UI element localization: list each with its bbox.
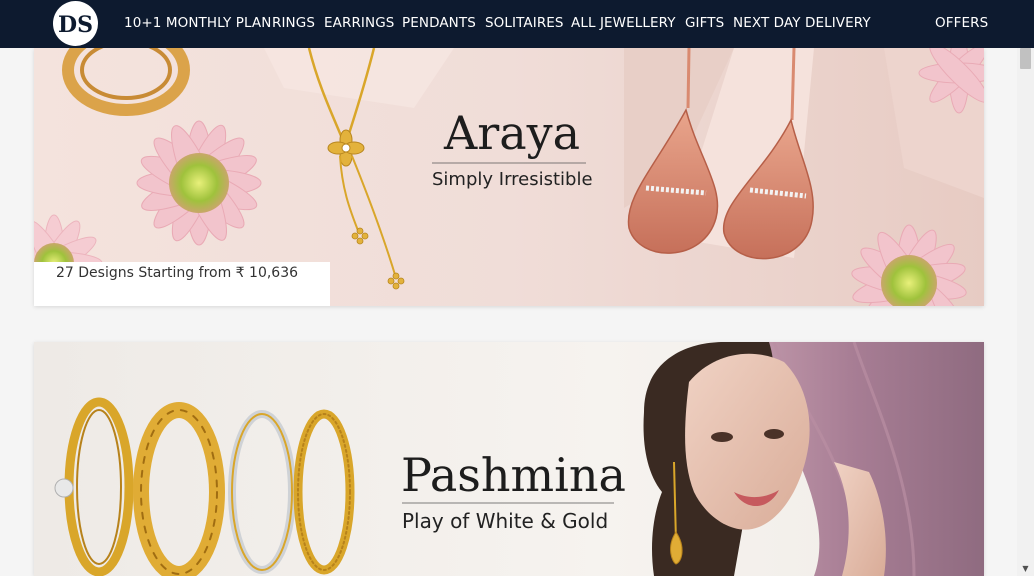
scroll-down-arrow-icon[interactable]: ▼ [1017,562,1034,576]
banner-araya-subtitle: Simply Irresistible [432,169,593,190]
ds-logo-icon[interactable]: DS [53,1,98,46]
logo-text: DS [58,12,93,38]
banner-pashmina[interactable]: Pashmina Play of White & Gold [34,342,984,576]
logo-glyph: DS [58,12,93,38]
nav-item-offers[interactable]: OFFERS [935,15,988,31]
banner-araya[interactable]: Araya Simply Irresistible 27 Designs Sta… [34,48,984,306]
nav-item-earrings[interactable]: EARRINGS [324,15,394,31]
banner-araya-info-text: 27 Designs Starting from ₹ 10,636 [56,265,299,281]
vertical-scrollbar[interactable]: ▼ [1017,48,1034,576]
nav-item-pendants[interactable]: PENDANTS [402,15,476,31]
scrollbar-thumb[interactable] [1020,48,1031,69]
nav-item-rings[interactable]: RINGS [272,15,315,31]
top-navbar: DS 10+1 MONTHLY PLAN RINGS EARRINGS PEND… [0,0,1034,48]
nav-item-next-day-delivery[interactable]: NEXT DAY DELIVERY [733,15,871,31]
banner-pashmina-title: Pashmina [401,448,626,502]
banner-araya-info-box: 27 Designs Starting from ₹ 10,636 [34,262,330,306]
banner-araya-title: Araya [444,106,581,160]
nav-item-solitaires[interactable]: SOLITAIRES [485,15,564,31]
nav-item-monthly-plan[interactable]: 10+1 MONTHLY PLAN [124,15,271,31]
nav-item-all-jewellery[interactable]: ALL JEWELLERY [571,15,676,31]
banner-pashmina-subtitle: Play of White & Gold [402,509,609,533]
nav-item-gifts[interactable]: GIFTS [685,15,724,31]
